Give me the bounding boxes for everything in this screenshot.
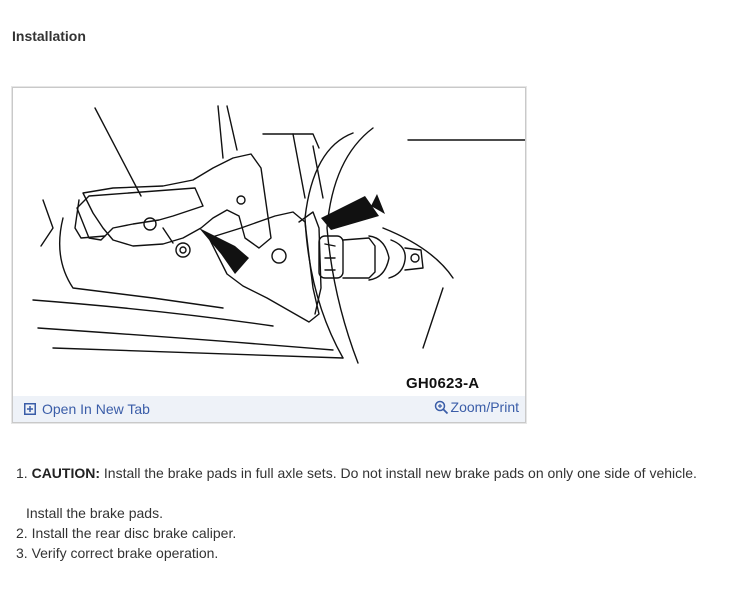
zoom-icon <box>434 400 448 414</box>
step-1-substep: Install the brake pads. <box>26 505 163 521</box>
figure-container: GH0623-A Open In New Tab Zoom/Print <box>12 87 526 423</box>
caution-text: Install the brake pads in full axle sets… <box>103 465 697 481</box>
figure-code-label: GH0623-A <box>406 375 480 392</box>
open-new-tab-icon <box>24 403 36 415</box>
step-2: 2. Install the rear disc brake caliper. <box>16 525 237 541</box>
figure-toolbar: Open In New Tab Zoom/Print <box>13 396 525 422</box>
zoom-print-link[interactable]: Zoom/Print <box>434 399 519 415</box>
brake-caliper-illustration[interactable] <box>13 88 525 396</box>
open-in-new-tab-label: Open In New Tab <box>42 401 150 417</box>
open-in-new-tab-link[interactable]: Open In New Tab <box>24 401 150 417</box>
step-1-number: 1. <box>16 465 28 481</box>
procedure-steps: 1. CAUTION: Install the brake pads in fu… <box>16 463 697 563</box>
caution-label: CAUTION: <box>31 465 101 481</box>
zoom-print-label: Zoom/Print <box>450 399 519 415</box>
step-3: 3. Verify correct brake operation. <box>16 545 219 561</box>
section-heading: Installation <box>12 28 86 44</box>
step-1: 1. CAUTION: Install the brake pads in fu… <box>16 463 697 483</box>
